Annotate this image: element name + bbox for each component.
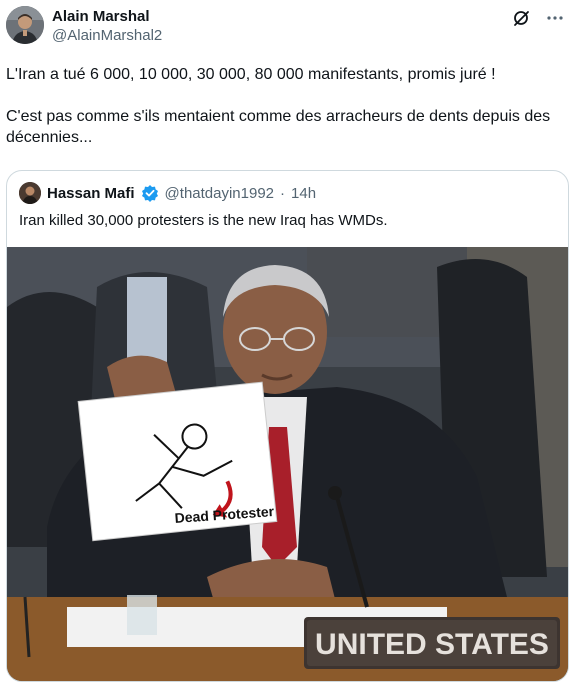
- more-icon[interactable]: [545, 8, 565, 28]
- quote-image[interactable]: Dead Protester UNITED STATES: [7, 247, 568, 681]
- post: Alain Marshal @AlainMarshal2 L'Iran a tu…: [0, 0, 573, 688]
- post-actions: [511, 8, 565, 28]
- quote-header: Hassan Mafi @thatdayin1992 · 14h: [19, 182, 316, 204]
- author-avatar[interactable]: [6, 6, 44, 44]
- quote-text: Iran killed 30,000 protesters is the new…: [19, 212, 388, 229]
- quoted-post[interactable]: Hassan Mafi @thatdayin1992 · 14h Iran ki…: [6, 170, 569, 682]
- author-info: Alain Marshal @AlainMarshal2: [52, 7, 162, 45]
- quote-author-handle[interactable]: @thatdayin1992: [165, 185, 274, 202]
- placard-text: UNITED STATES: [315, 628, 549, 661]
- grok-icon[interactable]: [511, 8, 531, 28]
- author-name[interactable]: Alain Marshal: [52, 7, 162, 26]
- author-handle[interactable]: @AlainMarshal2: [52, 26, 162, 45]
- post-text: L'Iran a tué 6 000, 10 000, 30 000, 80 0…: [6, 66, 551, 146]
- quote-avatar[interactable]: [19, 182, 41, 204]
- verified-badge-icon: [141, 184, 159, 202]
- quote-author-name[interactable]: Hassan Mafi: [47, 185, 135, 202]
- quote-timestamp[interactable]: 14h: [291, 185, 316, 202]
- quote-separator: ·: [280, 184, 286, 202]
